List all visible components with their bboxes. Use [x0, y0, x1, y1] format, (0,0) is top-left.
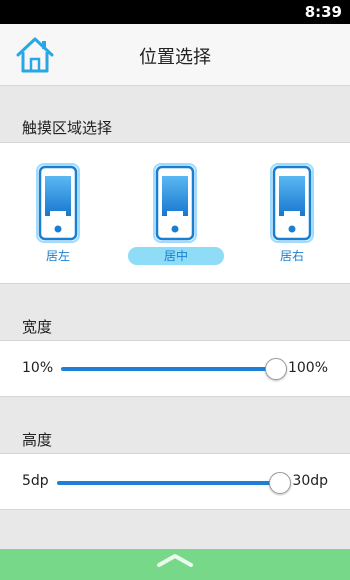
phone-icon [270, 163, 314, 243]
title-bar: 位置选择 [0, 24, 350, 86]
phone-icon [153, 163, 197, 243]
bottom-drawer-bar[interactable] [0, 549, 350, 580]
position-option-right[interactable]: 居右 [257, 159, 327, 269]
height-slider[interactable]: 5dp 30dp [0, 454, 350, 510]
height-min-label: 5dp [22, 473, 49, 489]
position-option-center[interactable]: 居中 [128, 159, 224, 269]
height-heading: 高度 [22, 431, 53, 449]
width-max-label: 100% [287, 360, 328, 376]
touch-area-heading: 触摸区域选择 [22, 119, 113, 137]
width-slider-track[interactable] [61, 367, 275, 371]
phone-icon [36, 163, 80, 243]
width-header: 宽度 [0, 284, 350, 340]
width-panel: 10% 100% [0, 340, 350, 397]
chevron-up-icon[interactable] [155, 553, 195, 567]
touch-area-panel: 居左 居中 居右 [0, 142, 350, 284]
position-label-left: 居左 [45, 249, 70, 263]
height-max-label: 30dp [292, 473, 328, 489]
height-slider-thumb[interactable] [269, 472, 291, 494]
width-slider-thumb[interactable] [265, 358, 287, 380]
touch-area-header: 触摸区域选择 [0, 87, 350, 142]
width-min-label: 10% [22, 360, 54, 376]
width-heading: 宽度 [22, 318, 53, 336]
width-slider[interactable]: 10% 100% [0, 341, 350, 397]
height-panel: 5dp 30dp [0, 453, 350, 510]
position-label-center: 居中 [128, 247, 224, 265]
status-time: 8:39 [304, 3, 342, 21]
position-option-left[interactable]: 居左 [23, 159, 93, 269]
page-title: 位置选择 [139, 47, 211, 68]
position-label-right: 居右 [279, 249, 304, 263]
height-header: 高度 [0, 397, 350, 453]
status-bar: 8:39 [0, 0, 350, 24]
height-slider-track[interactable] [57, 481, 280, 485]
